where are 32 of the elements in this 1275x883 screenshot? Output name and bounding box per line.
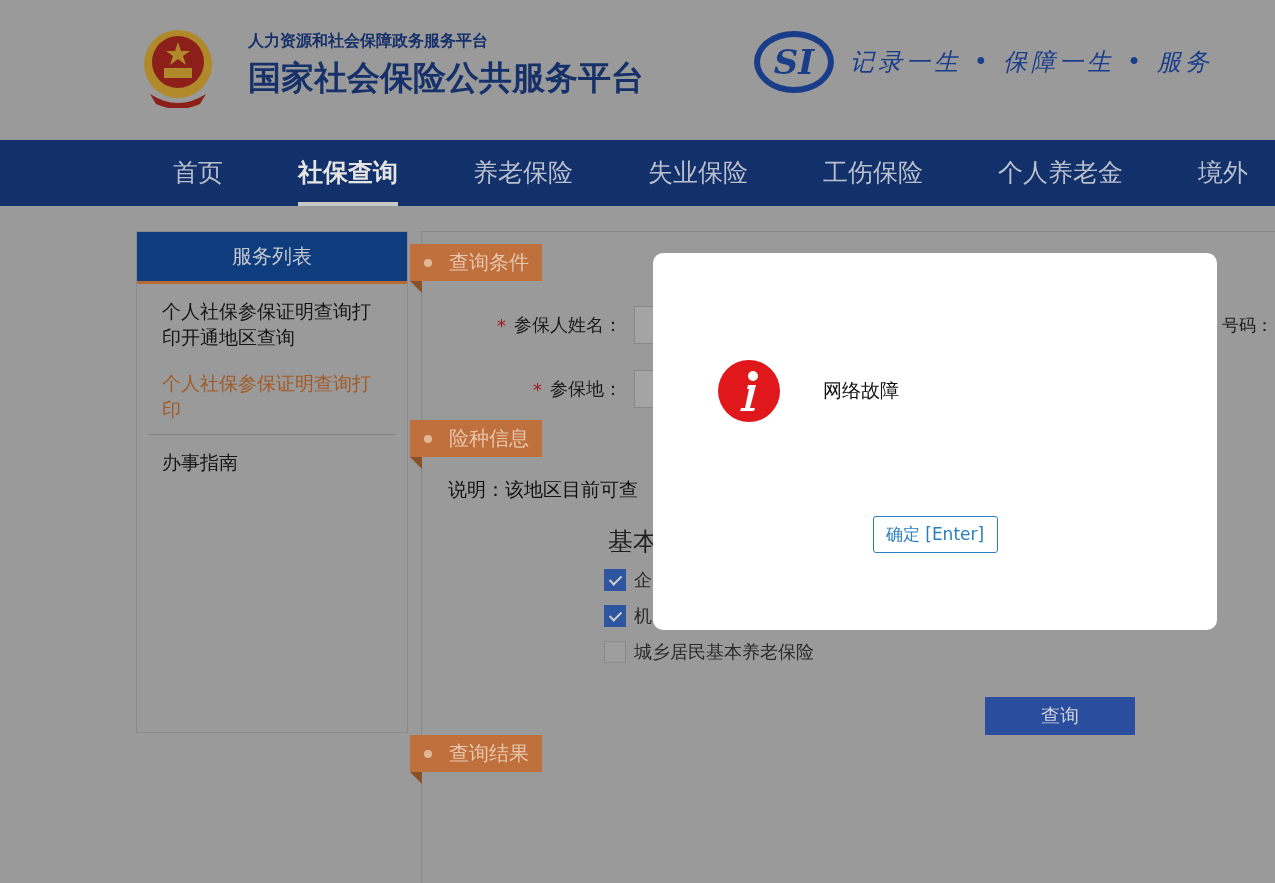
checkbox-label: 城乡居民基本养老保险 (634, 640, 814, 664)
logo: SI (754, 31, 834, 93)
query-button[interactable]: 查询 (985, 697, 1135, 735)
field-label: 参保地： (550, 377, 622, 401)
sidebar-header: 服务列表 (137, 232, 407, 284)
platform-subtitle: 人力资源和社会保障政务服务平台 (248, 31, 489, 52)
required-mark: * (497, 314, 506, 336)
nav-tab[interactable]: 境外 (1198, 140, 1248, 206)
platform-title: 国家社会保险公共服务平台 (248, 57, 644, 99)
info-icon (718, 360, 780, 422)
field-label: 号码： (1222, 313, 1273, 337)
nav-tab[interactable]: 首页 (173, 140, 223, 206)
dialog-message: 网络故障 (823, 378, 899, 403)
nav-tab[interactable]: 养老保险 (473, 140, 573, 206)
section-tag: 查询结果 (410, 735, 542, 784)
sidebar-item[interactable]: 办事指南 (137, 435, 407, 487)
nav-tab[interactable]: 个人养老金 (998, 140, 1123, 206)
checkbox-label: 机 (634, 604, 652, 628)
note-text: 说明：该地区目前可查 (448, 477, 639, 502)
checkbox[interactable] (604, 605, 626, 627)
slogan: 记录一生 • 保障一生 • 服务 (850, 47, 1213, 78)
checkbox-label: 企 (634, 568, 652, 592)
nav-tab[interactable]: 社保查询 (298, 140, 398, 206)
required-mark: * (533, 378, 542, 400)
checkbox[interactable] (604, 569, 626, 591)
section-tag: 查询条件 (410, 244, 542, 293)
confirm-button[interactable]: 确定 [Enter] (872, 516, 998, 553)
nav-tab[interactable]: 失业保险 (648, 140, 748, 206)
nav-tab[interactable]: 工伤保险 (823, 140, 923, 206)
sidebar-item[interactable]: 个人社保参保证明查询打印开通地区查询 (137, 284, 407, 362)
field-label: 参保人姓名： (514, 313, 622, 337)
section-tag: 险种信息 (410, 420, 542, 469)
